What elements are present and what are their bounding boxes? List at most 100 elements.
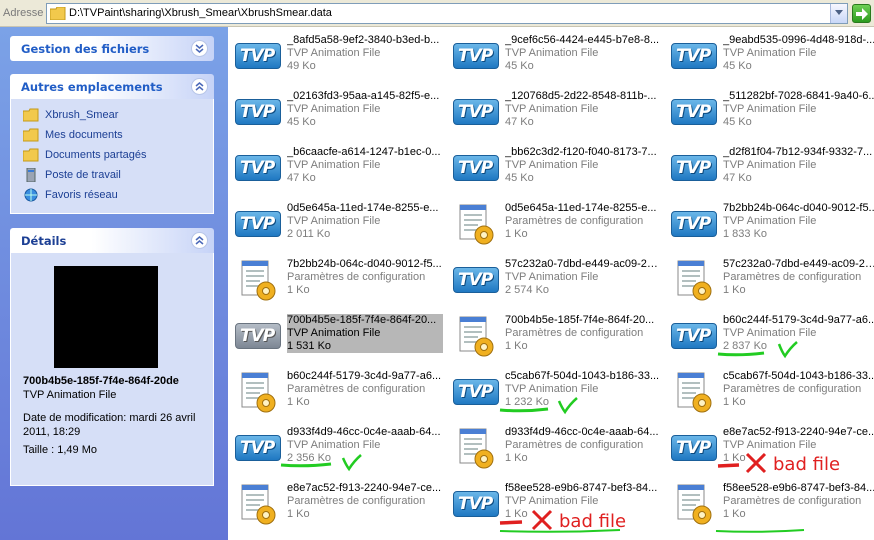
- tvp-file-icon: TVP: [668, 425, 720, 473]
- tvp-logo: TVP: [671, 43, 717, 69]
- file-meta: c5cab67f-504d-1043-b186-33... TVP Animati…: [505, 370, 661, 409]
- tvp-logo: TVP: [235, 323, 281, 349]
- file-item[interactable]: 7b2bb24b-064c-d040-9012-f5... Paramètres …: [230, 255, 442, 307]
- file-size: 2 837 Ko: [723, 340, 768, 352]
- tvp-file-icon: TVP: [450, 481, 502, 529]
- file-item[interactable]: TVP e8e7ac52-f913-2240-94e7-ce... TVP Anim…: [666, 423, 874, 475]
- place-link-network[interactable]: Favoris réseau: [11, 185, 213, 205]
- file-item[interactable]: d933f4d9-46cc-0c4e-aaab-64... Paramètres …: [448, 423, 660, 475]
- file-item[interactable]: TVP _8afd5a58-9ef2-3840-b3ed-b... TVP Anim…: [230, 31, 442, 83]
- file-name: d933f4d9-46cc-0c4e-aaab-64...: [505, 426, 659, 438]
- file-tasks-panel: Gestion des fichiers: [10, 36, 214, 61]
- task-pane: Gestion des fichiers Autres emplacements…: [0, 27, 228, 540]
- other-places-panel: Autres emplacements Xbrush_Smear Mes doc…: [10, 74, 214, 214]
- file-item[interactable]: TVP _120768d5-2d22-8548-811b-... TVP Anima…: [448, 87, 660, 139]
- file-item[interactable]: 700b4b5e-185f-7f4e-864f-20... Paramètres …: [448, 311, 660, 363]
- details-body: 700b4b5e-185f-7f4e-864f-20de TVP Animati…: [10, 253, 214, 486]
- collapse-toggle[interactable]: [191, 232, 208, 249]
- file-meta: 7b2bb24b-064c-d040-9012-f5... Paramètres …: [287, 258, 443, 297]
- address-input[interactable]: D:\TVPaint\sharing\Xbrush_Smear\XbrushSm…: [46, 3, 848, 24]
- tvp-logo-text: TVP: [240, 214, 275, 234]
- tvp-file-icon: TVP: [232, 33, 284, 81]
- tvp-logo: TVP: [671, 155, 717, 181]
- file-name: 0d5e645a-11ed-174e-8255-e...: [287, 202, 439, 214]
- file-name: _02163fd3-95aa-a145-82f5-e...: [287, 90, 440, 102]
- file-item[interactable]: b60c244f-5179-3c4d-9a77-a6... Paramètres …: [230, 367, 442, 419]
- file-item[interactable]: TVP d933f4d9-46cc-0c4e-aaab-64... TVP Anim…: [230, 423, 442, 475]
- file-name: _bb62c3d2-f120-f040-8173-7...: [505, 146, 657, 158]
- file-item[interactable]: TVP _d2f81f04-7b12-934f-9332-7... TVP Anim…: [666, 143, 874, 195]
- go-button[interactable]: [852, 4, 871, 23]
- file-item[interactable]: TVP _bb62c3d2-f120-f040-8173-7... TVP Anim…: [448, 143, 660, 195]
- tvp-logo: TVP: [453, 267, 499, 293]
- tvp-logo-text: TVP: [458, 158, 493, 178]
- file-item[interactable]: TVP 57c232a0-7dbd-e449-ac09-2d... TVP Anim…: [448, 255, 661, 307]
- file-item[interactable]: c5cab67f-504d-1043-b186-33... Paramètres …: [666, 367, 874, 419]
- expand-toggle[interactable]: [191, 40, 208, 57]
- panel-title: Gestion des fichiers: [21, 42, 150, 56]
- file-type: TVP Animation File: [723, 215, 817, 227]
- file-type: TVP Animation File: [723, 439, 817, 451]
- tvp-logo-text: TVP: [676, 46, 711, 66]
- file-size: 45 Ko: [723, 116, 752, 128]
- config-file-icon: [450, 425, 502, 473]
- file-type: Paramètres de configuration: [723, 271, 862, 283]
- file-meta: d933f4d9-46cc-0c4e-aaab-64... Paramètres …: [505, 426, 661, 465]
- file-name: c5cab67f-504d-1043-b186-33...: [723, 370, 874, 382]
- file-type: TVP Animation File: [287, 47, 381, 59]
- file-type: Paramètres de configuration: [287, 495, 426, 507]
- place-link-xbrush-smear[interactable]: Xbrush_Smear: [11, 105, 213, 125]
- file-item[interactable]: e8e7ac52-f913-2240-94e7-ce... Paramètres …: [230, 479, 442, 531]
- file-name: 7b2bb24b-064c-d040-9012-f5...: [723, 202, 874, 214]
- file-item[interactable]: TVP b60c244f-5179-3c4d-9a77-a6... TVP Anim…: [666, 311, 874, 363]
- file-type: Paramètres de configuration: [287, 271, 426, 283]
- file-item[interactable]: 57c232a0-7dbd-e449-ac09-2d... Paramètres …: [666, 255, 874, 307]
- tvp-logo: TVP: [453, 379, 499, 405]
- file-name: _b6caacfe-a614-1247-b1ec-0...: [287, 146, 441, 158]
- file-item[interactable]: TVP _511282bf-7028-6841-9a40-6... TVP Anim…: [666, 87, 874, 139]
- panel-title: Détails: [21, 234, 67, 248]
- file-item[interactable]: TVP 700b4b5e-185f-7f4e-864f-20... TVP Anim…: [230, 311, 443, 363]
- file-size: 1 Ko: [287, 284, 310, 296]
- file-item[interactable]: f58ee528-e9b6-8747-bef3-84... Paramètres …: [666, 479, 874, 531]
- file-name: b60c244f-5179-3c4d-9a77-a6...: [287, 370, 442, 382]
- file-meta: 700b4b5e-185f-7f4e-864f-20... TVP Animati…: [287, 314, 443, 353]
- tvp-logo-text: TVP: [676, 102, 711, 122]
- file-type: TVP Animation File: [505, 495, 599, 507]
- file-name: 57c232a0-7dbd-e449-ac09-2d...: [723, 258, 874, 270]
- file-item[interactable]: TVP f58ee528-e9b6-8747-bef3-84... TVP Anim…: [448, 479, 660, 531]
- file-type: Paramètres de configuration: [723, 383, 862, 395]
- file-item[interactable]: TVP c5cab67f-504d-1043-b186-33... TVP Anim…: [448, 367, 660, 419]
- collapse-toggle[interactable]: [191, 78, 208, 95]
- file-tasks-header[interactable]: Gestion des fichiers: [10, 36, 214, 61]
- tvp-logo: TVP: [671, 435, 717, 461]
- place-link-shared-documents[interactable]: Documents partagés: [11, 145, 213, 165]
- place-link-my-documents[interactable]: Mes documents: [11, 125, 213, 145]
- file-item[interactable]: TVP _9cef6c56-4424-e445-b7e8-8... TVP Anim…: [448, 31, 660, 83]
- tvp-logo-text: TVP: [240, 158, 275, 178]
- file-item[interactable]: TVP _02163fd3-95aa-a145-82f5-e... TVP Anim…: [230, 87, 442, 139]
- tvp-file-icon: TVP: [450, 369, 502, 417]
- tvp-file-icon: TVP: [232, 313, 284, 361]
- tvp-file-icon: TVP: [668, 33, 720, 81]
- file-thumbnail: [54, 266, 158, 368]
- file-item[interactable]: TVP _9eabd535-0996-4d48-918d-... TVP Anima…: [666, 31, 874, 83]
- tvp-logo-text: TVP: [458, 270, 493, 290]
- address-dropdown-button[interactable]: [830, 4, 847, 23]
- place-link-my-computer[interactable]: Poste de travail: [11, 165, 213, 185]
- file-item[interactable]: TVP 7b2bb24b-064c-d040-9012-f5... TVP Anim…: [666, 199, 874, 251]
- file-item[interactable]: TVP _b6caacfe-a614-1247-b1ec-0... TVP Anim…: [230, 143, 442, 195]
- other-places-header[interactable]: Autres emplacements: [10, 74, 214, 99]
- file-item[interactable]: TVP 0d5e645a-11ed-174e-8255-e... TVP Anima…: [230, 199, 442, 251]
- details-header[interactable]: Détails: [10, 228, 214, 253]
- file-type: Paramètres de configuration: [505, 439, 644, 451]
- file-size: 2 356 Ko: [287, 452, 332, 464]
- file-size: 1 Ko: [287, 508, 310, 520]
- tvp-logo-text: TVP: [676, 438, 711, 458]
- file-name: _8afd5a58-9ef2-3840-b3ed-b...: [287, 34, 440, 46]
- tvp-logo: TVP: [453, 155, 499, 181]
- file-size: 1 Ko: [505, 452, 528, 464]
- file-item[interactable]: 0d5e645a-11ed-174e-8255-e... Paramètres d…: [448, 199, 660, 251]
- tvp-file-icon: TVP: [232, 89, 284, 137]
- file-type: TVP Animation File: [287, 159, 381, 171]
